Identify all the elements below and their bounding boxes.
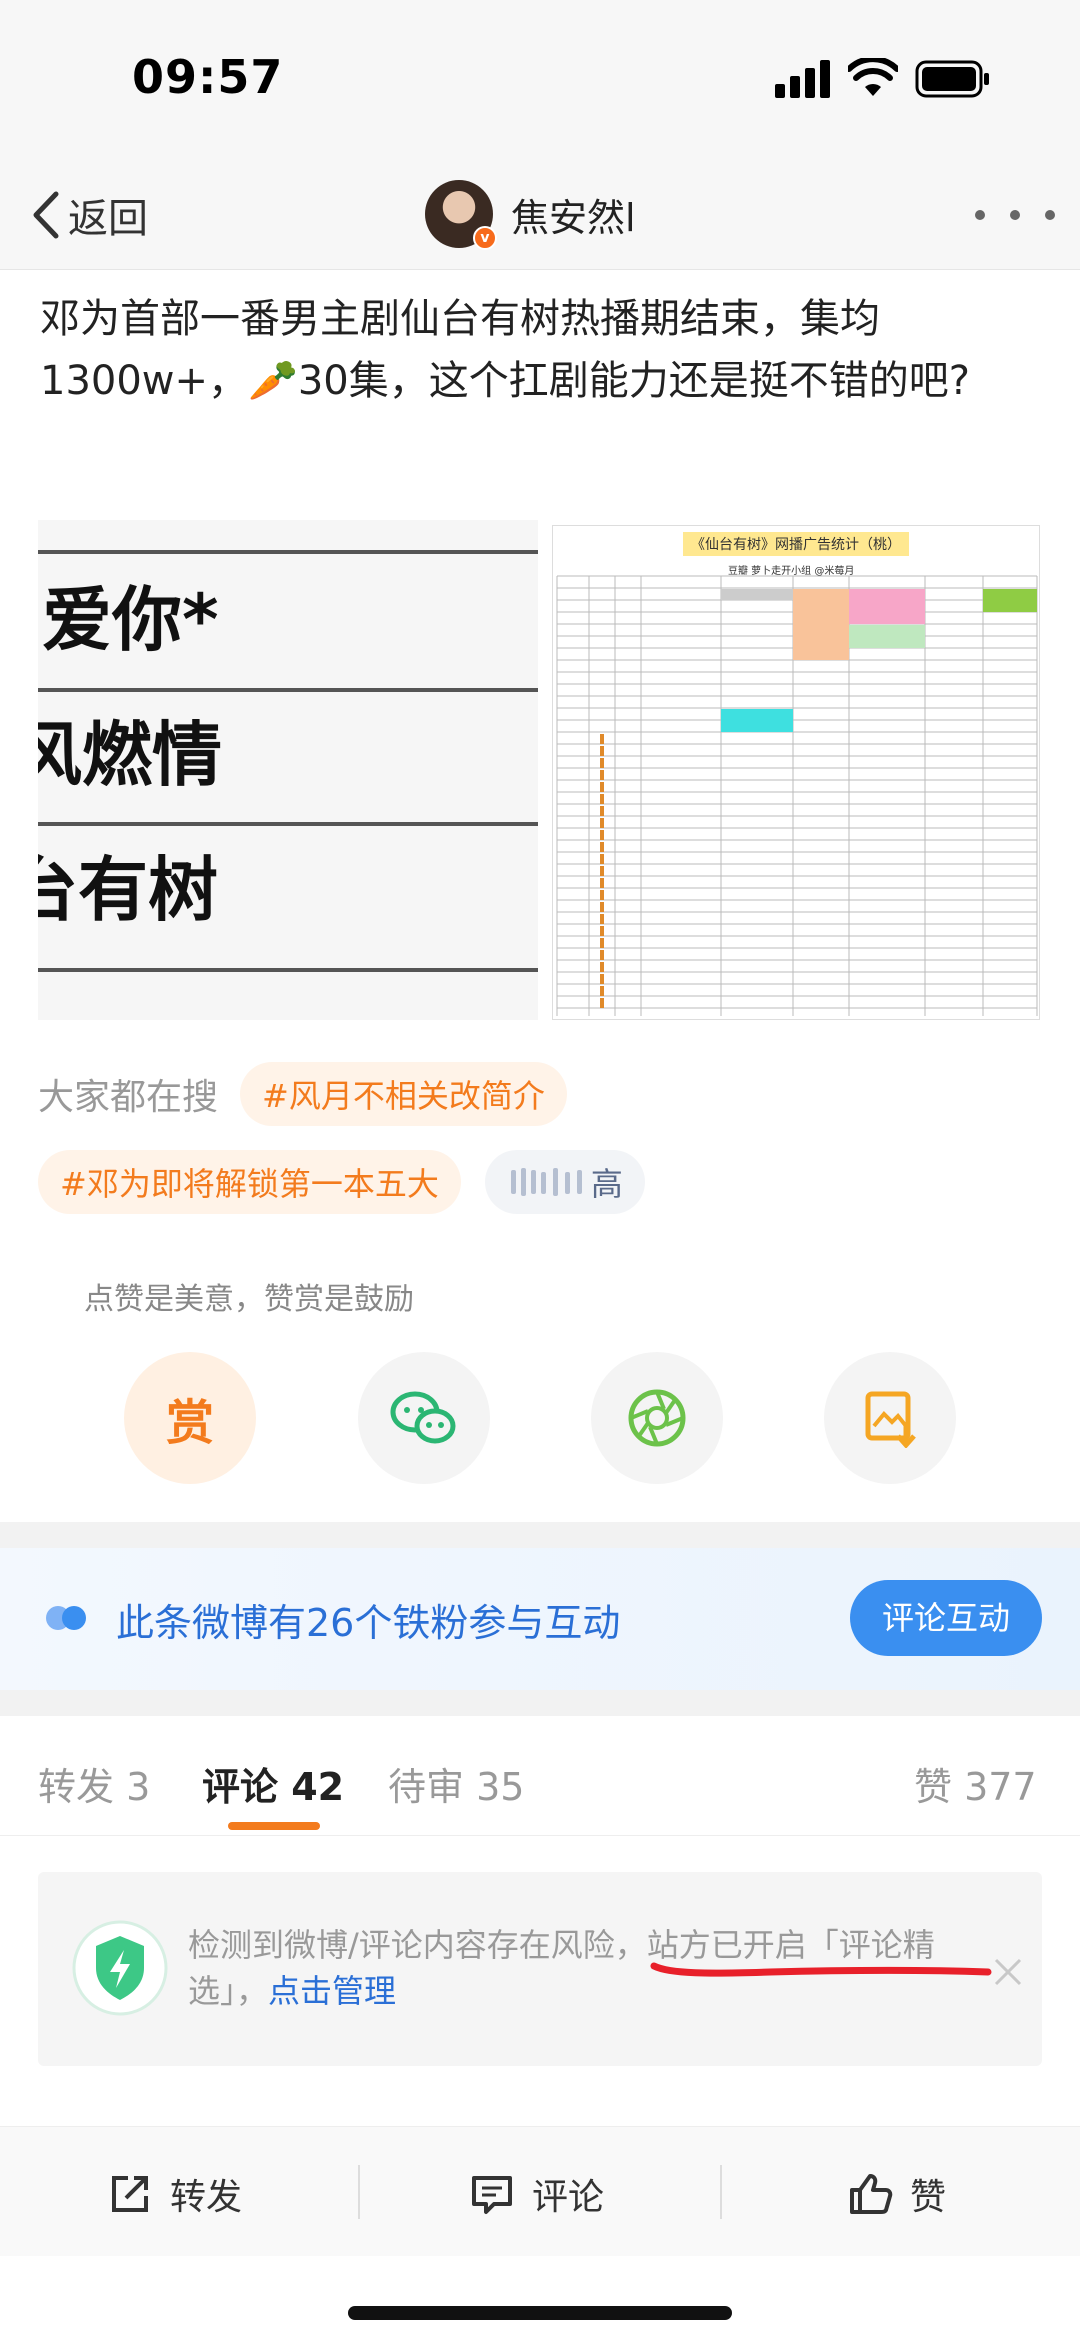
share-moments-button[interactable]: [591, 1352, 723, 1484]
engagement-tabs: 转发 3 评论 42 待审 35 赞 377: [0, 1716, 1080, 1836]
image-divider: [38, 968, 538, 972]
back-label: 返回: [68, 196, 148, 242]
wifi-icon: [848, 58, 898, 96]
trending-chip[interactable]: 高: [484, 1150, 645, 1214]
post-text-part2: 30集，这个扛剧能力还是挺不错的吧?: [297, 358, 970, 404]
carrot-emoji: 🥕: [248, 358, 298, 404]
share-wechat-button[interactable]: [358, 1352, 490, 1484]
reward-hint: 点赞是美意，赞赏是鼓励: [84, 1282, 414, 1317]
post-image-right[interactable]: 《仙台有树》网播广告统计（桃） 豆瓣 萝卜走开小组 @米莓月: [552, 525, 1040, 1020]
manage-link[interactable]: 点击管理: [268, 1972, 396, 2010]
author-name[interactable]: 焦安然l: [511, 187, 636, 242]
repost-label: 转发: [170, 2177, 243, 2218]
more-dot: [1045, 210, 1055, 220]
post-text: 邓为首部一番男主剧仙台有树热播期结束，集均1300w+，🥕30集，这个扛剧能力还…: [40, 288, 1050, 412]
image-text-row: 台有树: [38, 849, 218, 931]
comment-label: 评论: [532, 2177, 605, 2218]
back-button[interactable]: 返回: [28, 180, 148, 250]
like-button[interactable]: 赞: [846, 2167, 946, 2221]
signal-icon: [775, 60, 830, 98]
section-divider: [0, 1522, 1080, 1548]
reward-label: 赏: [165, 1395, 214, 1451]
comment-button[interactable]: 评论: [468, 2167, 604, 2221]
save-image-button[interactable]: [824, 1352, 956, 1484]
repost-button[interactable]: 转发: [106, 2167, 242, 2221]
more-dot: [1010, 210, 1020, 220]
image-divider: [38, 688, 538, 692]
image-text-row: 风燃情: [38, 714, 222, 796]
image-text-row: 爱你*: [42, 579, 219, 661]
active-tab-indicator: [228, 1822, 320, 1830]
tab-like[interactable]: 赞 377: [914, 1756, 1037, 1811]
more-button[interactable]: [975, 190, 1055, 240]
fans-icon: [46, 1606, 86, 1630]
like-label: 赞: [910, 2177, 947, 2218]
status-time: 09:57: [132, 50, 284, 104]
image-divider: [38, 550, 538, 554]
trending-chip-label: 高: [590, 1165, 623, 1203]
trending-search-row: 大家都在搜 #风月不相关改简介: [38, 1062, 567, 1126]
trending-chip[interactable]: #风月不相关改简介: [240, 1062, 567, 1126]
battery-icon: [915, 60, 989, 98]
tab-comment[interactable]: 评论 42: [202, 1756, 344, 1811]
bottom-action-bar: 转发 评论 赞: [0, 2126, 1080, 2256]
fans-text: 此条微博有26个铁粉参与互动: [116, 1601, 621, 1645]
comment-interaction-button[interactable]: 评论互动: [850, 1580, 1042, 1656]
spreadsheet-grid: [556, 575, 1038, 1016]
trending-chip[interactable]: #邓为即将解锁第一本五大: [38, 1150, 461, 1214]
avatar[interactable]: v: [425, 180, 497, 250]
red-underline-annotation: [650, 1962, 992, 1977]
author-header[interactable]: v 焦安然l: [425, 174, 636, 254]
tab-pending[interactable]: 待审 35: [388, 1756, 524, 1811]
post-image-left[interactable]: 爱你* 风燃情 台有树: [38, 520, 538, 1020]
tab-repost[interactable]: 转发 3: [38, 1756, 150, 1811]
image-divider: [38, 822, 538, 826]
more-dots-icon: [975, 210, 985, 220]
trending-chip-row: #邓为即将解锁第一本五大 高: [38, 1150, 645, 1214]
reward-button[interactable]: 赏: [124, 1352, 256, 1484]
fans-interaction-banner: 此条微博有26个铁粉参与互动 评论互动: [0, 1548, 1080, 1690]
wechat-icon: [390, 1391, 456, 1444]
status-bar: 09:57: [0, 0, 1080, 160]
trending-search-label: 大家都在搜: [38, 1077, 219, 1118]
close-icon[interactable]: [990, 1954, 1026, 1990]
save-image-icon: [865, 1391, 916, 1448]
verified-badge: v: [473, 226, 497, 250]
bottom-divider: [358, 2165, 360, 2219]
shield-icon: [72, 1920, 168, 2016]
chevron-left-icon: [33, 191, 59, 239]
moments-icon: [628, 1389, 686, 1447]
home-indicator[interactable]: [348, 2306, 732, 2320]
bottom-divider: [720, 2165, 722, 2219]
section-divider: [0, 1690, 1080, 1716]
blurred-text-icon: [510, 1168, 582, 1196]
repost-icon: [112, 2176, 148, 2212]
nav-bar: 返回 v 焦安然l: [0, 160, 1080, 270]
comment-icon: [472, 2176, 512, 2214]
thumbs-up-icon: [850, 2174, 893, 2214]
